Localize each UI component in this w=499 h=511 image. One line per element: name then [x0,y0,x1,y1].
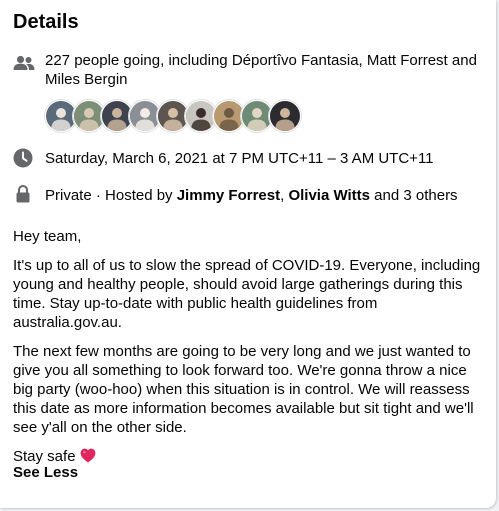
description-signoff: Stay safe [13,447,485,468]
description-paragraph-2: The next few months are going to be very… [13,343,474,436]
see-less-button[interactable]: See Less [13,464,78,481]
description-paragraph-1: It's up to all of us to slow the spread … [13,257,481,331]
host-link-2[interactable]: Olivia Witts [288,187,370,204]
date-text: Saturday, March 6, 2021 at 7 PM UTC+11 –… [45,150,434,167]
event-details-card: Details 227 people going, including Dépo… [0,0,496,508]
privacy-prefix: Private · Hosted by [45,187,177,204]
description-greeting: Hey team, [13,228,82,245]
host-link-1[interactable]: Jimmy Forrest [177,187,280,204]
privacy-suffix[interactable]: and 3 others [370,187,457,204]
clock-icon [13,148,33,173]
lock-icon [16,184,30,208]
details-heading: Details [13,11,79,33]
event-description: Hey team, It's up to all of us to slow t… [13,227,485,468]
signoff-text: Stay safe [13,448,76,465]
red-heart-icon [80,448,96,468]
privacy-text: Private · Hosted by Jimmy Forrest, Olivi… [45,186,458,205]
people-icon [13,55,35,76]
going-text[interactable]: 227 people going, including Déportîvo Fa… [45,51,485,89]
attendee-avatar-9[interactable] [269,100,301,132]
